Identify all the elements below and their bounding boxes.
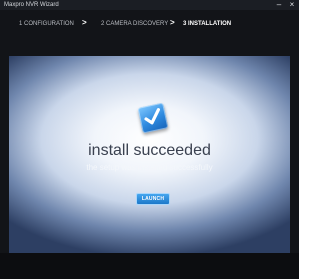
- footer-bar: [0, 253, 299, 279]
- launch-button[interactable]: LAUNCH: [136, 193, 170, 205]
- close-button[interactable]: ×: [286, 0, 298, 10]
- wizard-window: Maxpro NVR Wizard – × 1 CONFIGURATION > …: [0, 0, 299, 279]
- step-separator: >: [170, 18, 175, 27]
- step-configuration: 1 CONFIGURATION: [19, 21, 74, 27]
- title-bar: Maxpro NVR Wizard – ×: [0, 0, 299, 10]
- minimize-button[interactable]: –: [273, 0, 285, 10]
- step-installation: 3 INSTALLATION: [183, 21, 232, 27]
- checkmark-icon: [137, 102, 169, 134]
- success-heading: install succeeded: [88, 142, 211, 159]
- window-title: Maxpro NVR Wizard: [4, 2, 59, 8]
- step-camera-discovery: 2 CAMERA DISCOVERY: [101, 21, 169, 27]
- success-message: the setup was installed successfully: [86, 163, 213, 172]
- wizard-steps: 1 CONFIGURATION > 2 CAMERA DISCOVERY > 3…: [0, 10, 299, 38]
- step-separator: >: [82, 18, 87, 27]
